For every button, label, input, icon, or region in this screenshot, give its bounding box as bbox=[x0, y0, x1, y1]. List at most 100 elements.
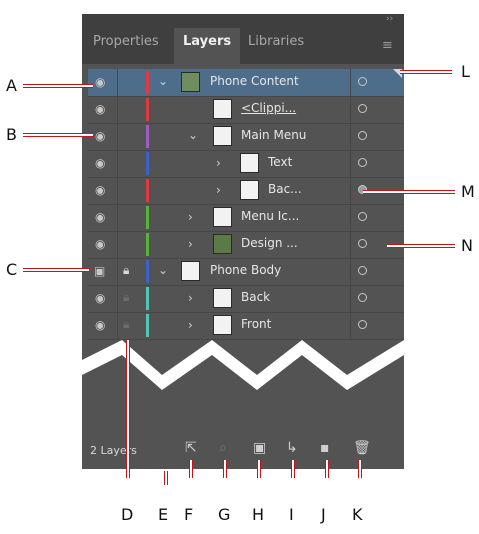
delete-selection-icon[interactable]: 🗑︎ bbox=[353, 440, 371, 456]
layer-row-front[interactable]: ◉ 🔒︎ › Front bbox=[88, 312, 404, 340]
layer-name[interactable]: <Clippi... bbox=[241, 101, 296, 115]
layer-name[interactable]: Main Menu bbox=[241, 128, 306, 142]
callout-label-l: L bbox=[461, 62, 470, 81]
layer-color-bar bbox=[146, 314, 149, 337]
callout-line-h bbox=[257, 460, 261, 478]
layer-thumbnail bbox=[213, 315, 232, 335]
layer-color-bar bbox=[146, 179, 149, 202]
expand-chevron-right-icon[interactable]: › bbox=[188, 210, 193, 224]
tab-layers[interactable]: Layers bbox=[183, 34, 231, 49]
layer-row-design[interactable]: ◉ › Design ... bbox=[88, 231, 404, 259]
inherited-lock-icon[interactable]: 🔒︎ bbox=[123, 290, 129, 305]
target-circle-icon[interactable] bbox=[358, 212, 367, 221]
outline-mode-icon[interactable]: ▣ bbox=[94, 264, 105, 278]
visibility-eye-icon[interactable]: ◉ bbox=[95, 75, 105, 89]
expand-chevron-right-icon[interactable]: › bbox=[188, 318, 193, 332]
visibility-eye-icon[interactable]: ◉ bbox=[95, 102, 105, 116]
hamburger-menu-icon[interactable]: ≡ bbox=[382, 38, 393, 53]
layer-row-back[interactable]: ◉ 🔒︎ › Back bbox=[88, 285, 404, 313]
callout-label-e: E bbox=[158, 505, 169, 524]
layer-row-menu-ic[interactable]: ◉ › Menu Ic... bbox=[88, 204, 404, 232]
visibility-eye-icon[interactable]: ◉ bbox=[95, 129, 105, 143]
layer-row-phone-body[interactable]: ▣ 🔒︎ ⌄ Phone Body bbox=[88, 258, 404, 286]
layer-name[interactable]: Menu Ic... bbox=[241, 209, 299, 223]
layer-name[interactable]: Front bbox=[241, 317, 271, 331]
layer-color-bar bbox=[146, 98, 149, 121]
layer-name[interactable]: Text bbox=[268, 155, 292, 169]
locate-object-icon[interactable]: ⌕ bbox=[219, 440, 227, 456]
callout-line-i bbox=[291, 460, 295, 478]
layer-row-text[interactable]: ◉ › Text bbox=[88, 150, 404, 178]
layer-row-phone-content[interactable]: ◉ ⌄ Phone Content bbox=[88, 69, 404, 97]
layer-thumbnail bbox=[181, 72, 200, 92]
layer-thumbnail bbox=[213, 234, 232, 254]
expand-chevron-right-icon[interactable]: › bbox=[188, 237, 193, 251]
target-circle-icon[interactable] bbox=[358, 320, 367, 329]
layer-name[interactable]: Design ... bbox=[241, 236, 298, 250]
layer-thumbnail bbox=[181, 261, 200, 281]
callout-line-m bbox=[363, 190, 455, 194]
expand-chevron-right-icon[interactable]: › bbox=[188, 291, 193, 305]
callout-line-d bbox=[126, 340, 130, 478]
target-circle-icon[interactable] bbox=[358, 293, 367, 302]
tab-libraries[interactable]: Libraries bbox=[248, 34, 304, 49]
target-circle-icon[interactable] bbox=[358, 77, 367, 86]
visibility-eye-icon[interactable]: ◉ bbox=[95, 183, 105, 197]
layer-name[interactable]: Bac... bbox=[268, 182, 302, 196]
collapse-panel-button[interactable]: ›› bbox=[386, 14, 393, 24]
target-circle-icon[interactable] bbox=[358, 104, 367, 113]
callout-line-e bbox=[164, 471, 168, 485]
layer-name[interactable]: Back bbox=[241, 290, 270, 304]
expand-chevron-down-icon[interactable]: ⌄ bbox=[158, 263, 168, 277]
layer-name[interactable]: Phone Body bbox=[210, 263, 281, 277]
layer-row-bac[interactable]: ◉ › Bac... bbox=[88, 177, 404, 205]
layer-color-bar bbox=[146, 125, 149, 148]
callout-label-a: A bbox=[6, 76, 17, 95]
target-circle-icon[interactable] bbox=[358, 266, 367, 275]
create-new-sublayer-icon[interactable]: ↳ bbox=[286, 440, 298, 456]
layer-thumbnail bbox=[213, 126, 232, 146]
collect-for-export-icon[interactable]: ⇱ bbox=[185, 440, 197, 456]
callout-line-c bbox=[23, 268, 89, 272]
layer-color-bar bbox=[146, 152, 149, 175]
callout-label-k: K bbox=[352, 505, 363, 524]
expand-chevron-right-icon[interactable]: › bbox=[216, 183, 221, 197]
create-new-layer-icon[interactable]: ▪ bbox=[320, 440, 330, 456]
layer-thumbnail bbox=[213, 288, 232, 308]
callout-label-h: H bbox=[252, 505, 265, 524]
layer-thumbnail bbox=[213, 207, 232, 227]
visibility-eye-icon[interactable]: ◉ bbox=[95, 237, 105, 251]
lock-icon[interactable]: 🔒︎ bbox=[123, 263, 129, 278]
layer-thumbnail bbox=[240, 180, 259, 200]
callout-label-f: F bbox=[184, 505, 194, 524]
callout-line-g bbox=[223, 460, 227, 478]
visibility-eye-icon[interactable]: ◉ bbox=[95, 318, 105, 332]
callout-label-j: J bbox=[321, 505, 326, 524]
panel-break-zigzag bbox=[82, 340, 404, 390]
layer-color-bar bbox=[146, 206, 149, 229]
expand-chevron-down-icon[interactable]: ⌄ bbox=[188, 128, 198, 142]
callout-label-i: I bbox=[289, 505, 294, 524]
layer-row-clipping[interactable]: ◉ <Clippi... bbox=[88, 96, 404, 124]
layer-thumbnail bbox=[240, 153, 259, 173]
callout-label-c: C bbox=[6, 260, 18, 279]
target-circle-icon[interactable] bbox=[358, 239, 367, 248]
make-clipping-mask-icon[interactable]: ▣ bbox=[253, 440, 266, 456]
expand-chevron-down-icon[interactable]: ⌄ bbox=[158, 74, 168, 88]
inherited-lock-icon[interactable]: 🔒︎ bbox=[123, 317, 129, 332]
visibility-eye-icon[interactable]: ◉ bbox=[95, 291, 105, 305]
visibility-eye-icon[interactable]: ◉ bbox=[95, 156, 105, 170]
callout-line-j bbox=[325, 460, 329, 478]
callout-label-n: N bbox=[461, 236, 473, 255]
layer-row-main-menu[interactable]: ◉ ⌄ Main Menu bbox=[88, 123, 404, 151]
callout-label-g: G bbox=[218, 505, 231, 524]
tab-properties[interactable]: Properties bbox=[93, 34, 159, 49]
target-circle-icon[interactable] bbox=[358, 131, 367, 140]
layer-name[interactable]: Phone Content bbox=[210, 74, 299, 88]
callout-line-b bbox=[23, 133, 93, 137]
callout-label-d: D bbox=[121, 505, 134, 524]
expand-chevron-right-icon[interactable]: › bbox=[216, 156, 221, 170]
callout-label-m: M bbox=[461, 182, 475, 201]
visibility-eye-icon[interactable]: ◉ bbox=[95, 210, 105, 224]
target-circle-icon[interactable] bbox=[358, 158, 367, 167]
